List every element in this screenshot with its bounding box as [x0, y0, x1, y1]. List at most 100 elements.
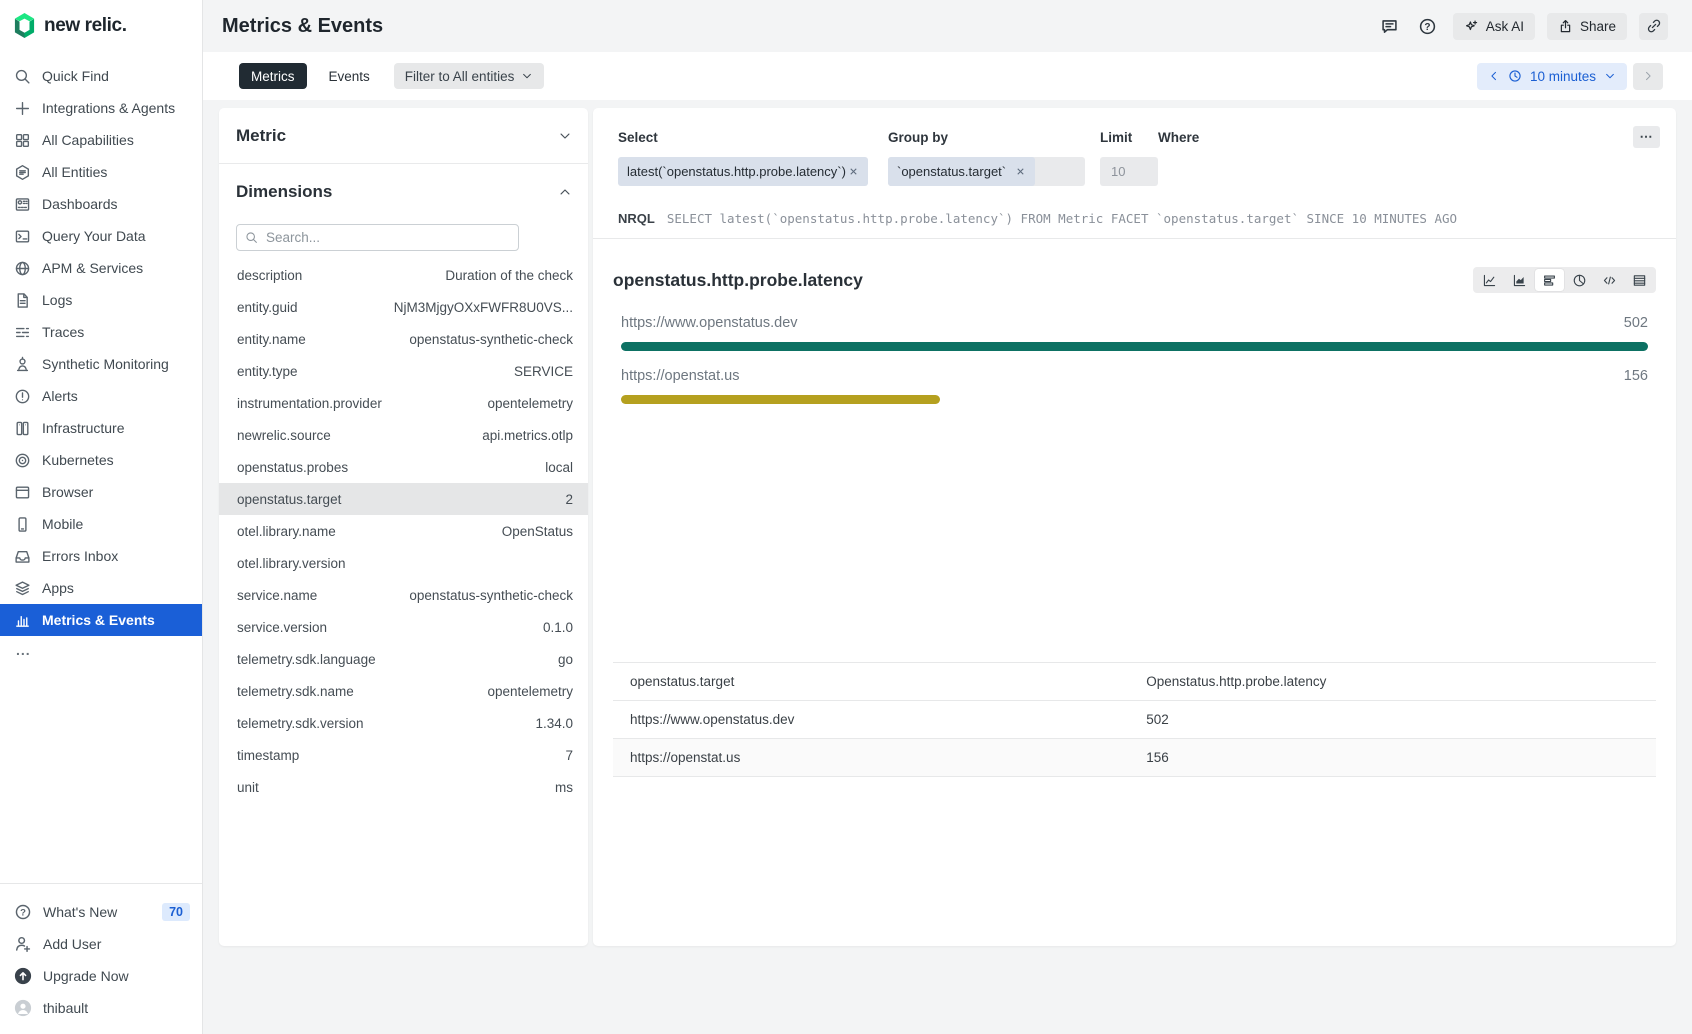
dimension-row-instrumentation-provider[interactable]: instrumentation.provideropentelemetry: [219, 387, 588, 419]
bar-track: [621, 395, 1648, 404]
person-plus-icon: [14, 935, 32, 953]
sidebar-item-query-your-data[interactable]: Query Your Data: [0, 220, 202, 252]
chart-type-line-chart[interactable]: [1475, 269, 1504, 291]
sidebar-item-kubernetes[interactable]: Kubernetes: [0, 444, 202, 476]
tab-events[interactable]: Events: [329, 69, 370, 84]
sidebar-item-label: Alerts: [42, 388, 78, 404]
search-input[interactable]: [264, 229, 510, 246]
sidebar-footer-thibault[interactable]: thibault: [0, 992, 202, 1024]
sidebar-footer-what-s-new[interactable]: ?What's New70: [0, 896, 202, 928]
bar-row-https-www-openstatus-dev[interactable]: https://www.openstatus.dev502: [621, 313, 1648, 351]
sidebar-more-button[interactable]: ...: [0, 636, 202, 658]
dimension-search[interactable]: [236, 224, 519, 251]
k8s-icon: [14, 452, 31, 469]
ask-ai-button[interactable]: Ask AI: [1453, 13, 1535, 40]
select-chip[interactable]: latest(`openstatus.http.probe.latency`): [618, 157, 868, 186]
traces-icon: [14, 324, 31, 341]
table-header-openstatus-http-probe-latency[interactable]: Openstatus.http.probe.latency: [1129, 663, 1656, 701]
sidebar-item-logs[interactable]: Logs: [0, 284, 202, 316]
sidebar-item-all-entities[interactable]: All Entities: [0, 156, 202, 188]
dimension-row-otel-library-name[interactable]: otel.library.nameOpenStatus: [219, 515, 588, 547]
metric-section-header[interactable]: Metric: [219, 108, 588, 164]
query-builder: Select latest(`openstatus.http.probe.lat…: [593, 108, 1676, 239]
help-icon[interactable]: ?: [1415, 13, 1441, 39]
entity-filter-button[interactable]: Filter to All entities: [394, 63, 545, 89]
dimensions-panel: Metric Dimensions descriptionDuration of…: [219, 108, 588, 946]
sidebar-item-quick-find[interactable]: Quick Find: [0, 60, 202, 92]
table-row[interactable]: https://openstat.us156: [613, 739, 1656, 777]
table-row[interactable]: https://www.openstatus.dev502: [613, 701, 1656, 739]
dimension-row-openstatus-probes[interactable]: openstatus.probeslocal: [219, 451, 588, 483]
sidebar-item-label: Dashboards: [42, 196, 118, 212]
dimension-name: entity.guid: [237, 300, 298, 315]
sidebar-spacer: [0, 658, 202, 883]
dimension-row-entity-type[interactable]: entity.typeSERVICE: [219, 355, 588, 387]
permalink-icon[interactable]: [1639, 13, 1668, 40]
dimension-row-openstatus-target[interactable]: openstatus.target2: [219, 483, 588, 515]
sidebar-item-dashboards[interactable]: Dashboards: [0, 188, 202, 220]
dimension-name: openstatus.target: [237, 492, 341, 507]
dimension-row-timestamp[interactable]: timestamp7: [219, 739, 588, 771]
groupby-control[interactable]: `openstatus.target`: [888, 157, 1085, 186]
feedback-comment-icon[interactable]: [1377, 13, 1403, 39]
time-forward-button[interactable]: [1633, 63, 1663, 90]
sidebar-item-integrations-agents[interactable]: Integrations & Agents: [0, 92, 202, 124]
dimension-row-service-version[interactable]: service.version0.1.0: [219, 611, 588, 643]
sidebar-item-apm-services[interactable]: APM & Services: [0, 252, 202, 284]
sidebar-item-synthetic-monitoring[interactable]: Synthetic Monitoring: [0, 348, 202, 380]
bar-label: https://www.openstatus.dev: [621, 315, 798, 331]
dimension-row-entity-guid[interactable]: entity.guidNjM3MjgyOXxFWFR8U0VS...: [219, 291, 588, 323]
dimension-row-telemetry-sdk-name[interactable]: telemetry.sdk.nameopentelemetry: [219, 675, 588, 707]
sidebar-item-infrastructure[interactable]: Infrastructure: [0, 412, 202, 444]
table-header-openstatus-target[interactable]: openstatus.target: [613, 663, 1129, 701]
sidebar-item-mobile[interactable]: Mobile: [0, 508, 202, 540]
limit-input[interactable]: 10: [1100, 157, 1158, 186]
sidebar-footer-upgrade-now[interactable]: Upgrade Now: [0, 960, 202, 992]
tab-metrics[interactable]: Metrics: [239, 63, 307, 89]
chart-type-pie[interactable]: [1565, 269, 1594, 291]
chart-type-code[interactable]: [1595, 269, 1624, 291]
bar-row-https-openstat-us[interactable]: https://openstat.us156: [621, 366, 1648, 404]
dimension-row-otel-library-version[interactable]: otel.library.version: [219, 547, 588, 579]
search-icon: [14, 68, 31, 85]
dimension-row-newrelic-source[interactable]: newrelic.sourceapi.metrics.otlp: [219, 419, 588, 451]
dimension-name: timestamp: [237, 748, 299, 763]
sidebar-item-label: Errors Inbox: [42, 548, 118, 564]
dimension-list: descriptionDuration of the checkentity.g…: [219, 259, 588, 803]
chart-section: openstatus.http.probe.latency https://ww…: [593, 239, 1676, 404]
sidebar-item-all-capabilities[interactable]: All Capabilities: [0, 124, 202, 156]
chevron-left-icon[interactable]: [1488, 70, 1500, 82]
dimension-row-telemetry-sdk-version[interactable]: telemetry.sdk.version1.34.0: [219, 707, 588, 739]
chart-type-table-icon[interactable]: [1625, 269, 1654, 291]
chart-type-barh[interactable]: [1535, 269, 1564, 291]
bar-fill: [621, 342, 1648, 351]
time-range-button[interactable]: 10 minutes: [1477, 63, 1627, 90]
sidebar-item-browser[interactable]: Browser: [0, 476, 202, 508]
remove-groupby-icon[interactable]: [1015, 166, 1026, 177]
sidebar-item-apps[interactable]: Apps: [0, 572, 202, 604]
dimension-name: service.name: [237, 588, 317, 603]
dimension-row-unit[interactable]: unitms: [219, 771, 588, 803]
sidebar-item-alerts[interactable]: Alerts: [0, 380, 202, 412]
brand-logo[interactable]: new relic.: [0, 0, 202, 50]
remove-select-icon[interactable]: [848, 166, 859, 177]
dimension-row-service-name[interactable]: service.nameopenstatus-synthetic-check: [219, 579, 588, 611]
sidebar-item-traces[interactable]: Traces: [0, 316, 202, 348]
dashboard-icon: [14, 196, 31, 213]
sidebar-nav: Quick FindIntegrations & AgentsAll Capab…: [0, 50, 202, 636]
chart-type-toolbar: [1473, 267, 1656, 293]
sidebar-footer-add-user[interactable]: Add User: [0, 928, 202, 960]
groupby-field: Group by `openstatus.target`: [888, 130, 1100, 186]
dimensions-section-header[interactable]: Dimensions: [219, 164, 588, 220]
share-button[interactable]: Share: [1547, 13, 1627, 40]
chart-title: openstatus.http.probe.latency: [613, 270, 863, 291]
sidebar-item-metrics-events[interactable]: Metrics & Events: [0, 604, 202, 636]
chart-type-area-chart[interactable]: [1505, 269, 1534, 291]
dimension-row-entity-name[interactable]: entity.nameopenstatus-synthetic-check: [219, 323, 588, 355]
query-more-button[interactable]: ⋯: [1633, 126, 1660, 148]
sidebar-item-errors-inbox[interactable]: Errors Inbox: [0, 540, 202, 572]
nrql-query-text[interactable]: SELECT latest(`openstatus.http.probe.lat…: [667, 211, 1457, 226]
dimension-row-telemetry-sdk-language[interactable]: telemetry.sdk.languagego: [219, 643, 588, 675]
dimension-row-description[interactable]: descriptionDuration of the check: [219, 259, 588, 291]
groupby-chip[interactable]: `openstatus.target`: [888, 157, 1035, 186]
